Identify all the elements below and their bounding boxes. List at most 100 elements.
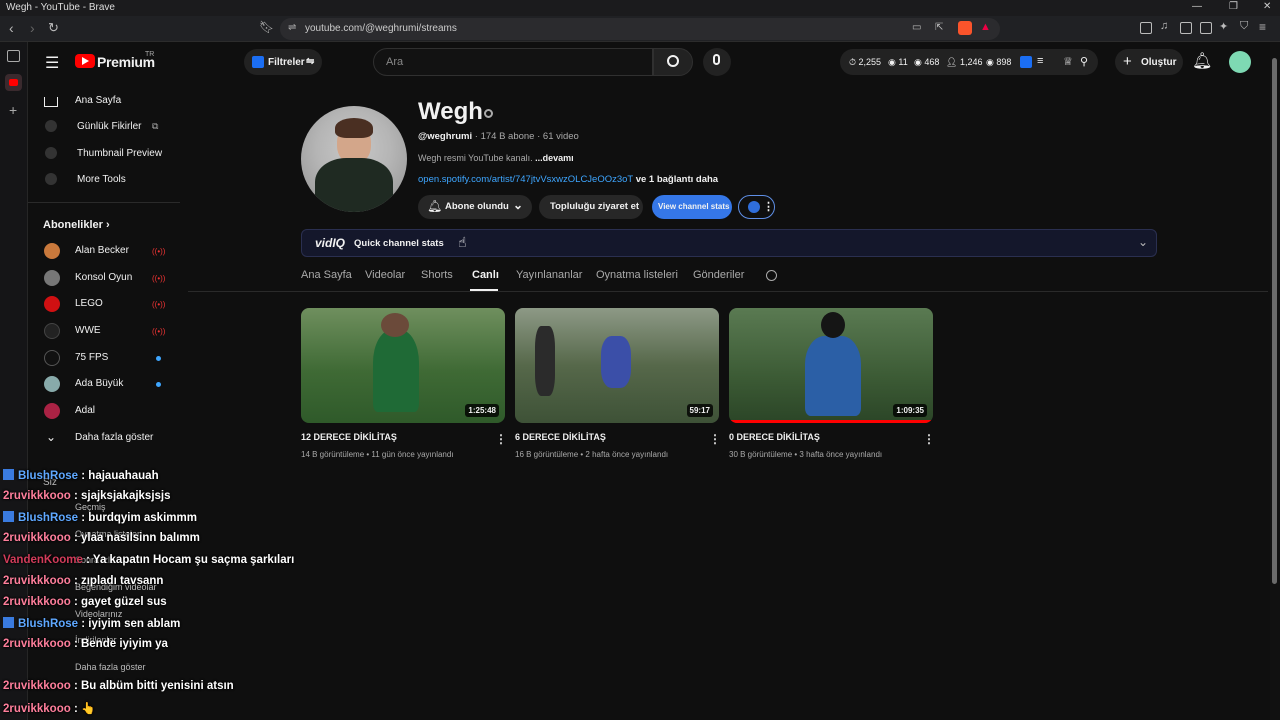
channel-avatar[interactable] bbox=[301, 106, 407, 212]
vpn-icon[interactable]: ⛉ bbox=[1240, 20, 1248, 33]
create-button[interactable]: + Oluştur bbox=[1115, 49, 1183, 75]
tab-videos[interactable]: Videolar bbox=[365, 269, 405, 281]
stat-other: 898 bbox=[996, 57, 1012, 67]
site-settings-icon[interactable]: ⇌ bbox=[288, 22, 296, 33]
more-vert-icon[interactable]: ⋮ bbox=[495, 432, 507, 446]
video-title[interactable]: 0 DERECE DİKİLİTAŞ bbox=[729, 432, 820, 442]
brave-shields-icon[interactable] bbox=[958, 21, 972, 35]
subscribed-button[interactable]: 🔔︎ Abone olundu ⌄ bbox=[418, 195, 532, 219]
close-icon[interactable]: ✕ bbox=[1263, 1, 1271, 12]
back-icon[interactable]: ‹ bbox=[9, 20, 14, 36]
bell-icon: 🔔︎ bbox=[427, 199, 443, 213]
sidebar-item-subscription[interactable]: Alan Becker ((•)) bbox=[28, 238, 180, 264]
sidebar-item-daily-ideas[interactable]: Günlük Fikirler ⧉ bbox=[28, 114, 180, 140]
vidiq-stats-bar[interactable]: ⏱ 2,255 ◉ 11 ◉ 468 👤︎ 1,246 ◉ 898 ≡ ♕ ⚲ bbox=[840, 49, 1098, 75]
list-icon[interactable]: ≡ bbox=[1037, 55, 1043, 67]
sidebar-item-subscription[interactable]: Ada Büyük bbox=[28, 371, 180, 397]
more-vert-icon[interactable]: ⋮ bbox=[709, 432, 721, 446]
chevron-down-icon: ⌄ bbox=[1138, 235, 1149, 249]
subscriptions-heading[interactable]: Abonelikler › bbox=[43, 219, 110, 231]
sidebar-item-label: WWE bbox=[75, 325, 101, 336]
vidiq-icon bbox=[252, 56, 264, 68]
video-thumbnail[interactable]: 59:17 bbox=[515, 308, 719, 423]
sidebar-panel-icon[interactable] bbox=[7, 50, 20, 62]
voice-search-button[interactable] bbox=[703, 48, 731, 76]
sidebar-item-more-tools[interactable]: More Tools bbox=[28, 167, 180, 193]
duration-badge: 1:25:48 bbox=[465, 404, 499, 417]
sidebar-item-subscription[interactable]: 75 FPS bbox=[28, 345, 180, 371]
sidebar-item-show-more[interactable]: Daha fazla göster bbox=[75, 662, 146, 672]
channel-search-icon[interactable] bbox=[766, 270, 777, 281]
vidiq-quick-stats-bar[interactable]: vidIQ Quick channel stats ⌄ bbox=[301, 229, 1157, 257]
leo-icon[interactable]: ✦ bbox=[1219, 20, 1228, 33]
tab-posts[interactable]: Gönderiler bbox=[693, 269, 744, 281]
sidebar-show-more[interactable]: ⌄ Daha fazla göster bbox=[28, 425, 180, 451]
more-vert-icon[interactable]: ⋮ bbox=[923, 432, 935, 446]
channel-meta: @weghrumi · 174 B abone · 61 video bbox=[418, 131, 579, 142]
sidebar-item-home[interactable]: Ana Sayfa bbox=[28, 88, 180, 114]
account-avatar[interactable] bbox=[1229, 51, 1251, 73]
youtube-logo-icon[interactable] bbox=[75, 54, 95, 68]
tab-shorts[interactable]: Shorts bbox=[421, 269, 453, 281]
region-code: TR bbox=[145, 51, 155, 58]
tab-home[interactable]: Ana Sayfa bbox=[301, 269, 352, 281]
trophy-icon[interactable]: ♕ bbox=[1063, 55, 1073, 68]
chat-message: 2ruvikkkooo : ylaa nasilsinn balımm bbox=[3, 532, 200, 544]
video-thumbnail[interactable]: 1:25:48 bbox=[301, 308, 505, 423]
youtube-pinned-icon[interactable] bbox=[5, 74, 22, 91]
chat-message: BlushRose : hajauahauah bbox=[3, 469, 159, 482]
menu-icon[interactable]: ≡ bbox=[1259, 20, 1266, 34]
address-bar[interactable]: ⇌ youtube.com/@weghrumi/streams ▭ ⇱ ▲ bbox=[280, 18, 1000, 40]
channel-description[interactable]: Wegh resmi YouTube kanalı. ...devamı bbox=[418, 153, 574, 163]
sidebar-item-label: Alan Becker bbox=[75, 245, 129, 256]
filters-button[interactable]: Filtreler ⇋ bbox=[244, 49, 322, 75]
sidebar-item-thumbnail-preview[interactable]: Thumbnail Preview bbox=[28, 141, 180, 167]
chat-text: : ylaa nasilsinn balımm bbox=[73, 532, 200, 544]
video-title[interactable]: 6 DERECE DİKİLİTAŞ bbox=[515, 432, 606, 442]
cast-icon[interactable]: ▭ bbox=[912, 22, 921, 33]
tab-releases[interactable]: Yayınlananlar bbox=[516, 269, 582, 281]
share-icon[interactable]: ⇱ bbox=[935, 22, 943, 33]
brave-rewards-icon[interactable]: ▲ bbox=[980, 21, 991, 33]
search-input[interactable]: Ara bbox=[373, 48, 653, 76]
tab-playlists[interactable]: Oynatma listeleri bbox=[596, 269, 678, 281]
chat-text: : gayet güzel sus bbox=[73, 596, 167, 608]
sidebar-item-subscription[interactable]: WWE ((•)) bbox=[28, 318, 180, 344]
quick-stats-label: Quick channel stats bbox=[354, 238, 444, 249]
search-button[interactable] bbox=[653, 48, 693, 76]
sidebar-item-subscription[interactable]: LEGO ((•)) bbox=[28, 291, 180, 317]
vidiq-icon bbox=[748, 201, 760, 213]
minimize-icon[interactable]: — bbox=[1192, 1, 1202, 12]
sidebar-item-subscription[interactable]: Adal bbox=[28, 398, 180, 424]
hamburger-menu-icon[interactable]: ☰ bbox=[45, 53, 59, 73]
video-title[interactable]: 12 DERECE DİKİLİTAŞ bbox=[301, 432, 397, 442]
external-link-icon: ⧉ bbox=[152, 121, 159, 131]
more-links[interactable]: ve 1 bağlantı daha bbox=[636, 174, 718, 185]
sidebar-item-subscription[interactable]: Konsol Oyun ((•)) bbox=[28, 265, 180, 291]
bookmark-icon[interactable]: 🔖︎ bbox=[259, 20, 274, 34]
video-thumbnail[interactable]: 1:09:35 bbox=[729, 308, 933, 423]
maximize-icon[interactable]: ❐ bbox=[1229, 1, 1238, 12]
show-more-link[interactable]: ...devamı bbox=[535, 153, 574, 163]
stat-views: 2,255 bbox=[858, 57, 882, 67]
page-scrollbar[interactable] bbox=[1270, 42, 1280, 720]
music-icon[interactable]: ♫ bbox=[1160, 20, 1168, 32]
sidebar-toggle-icon[interactable] bbox=[1180, 22, 1192, 34]
sidebar-item-label: Ana Sayfa bbox=[75, 95, 122, 106]
notifications-bell-icon[interactable]: 🔔︎ bbox=[1192, 51, 1212, 71]
spotify-link[interactable]: open.spotify.com/artist/747jtvVsxwzOLCJe… bbox=[418, 174, 633, 185]
forward-icon[interactable]: › bbox=[30, 20, 35, 36]
new-content-dot bbox=[156, 382, 161, 387]
view-channel-stats-button[interactable]: View channel stats bbox=[652, 195, 732, 219]
link-icon[interactable]: ⚲ bbox=[1080, 55, 1088, 68]
extensions-icon[interactable] bbox=[1140, 22, 1152, 34]
scrollbar-thumb[interactable] bbox=[1272, 58, 1277, 584]
add-panel-icon[interactable]: + bbox=[9, 102, 17, 118]
vidiq-actions-button[interactable]: ⋮ bbox=[738, 195, 775, 219]
chevron-down-icon: ⌄ bbox=[513, 198, 524, 212]
visit-community-button[interactable]: Topluluğu ziyaret et bbox=[539, 195, 643, 219]
wallet-icon[interactable] bbox=[1200, 22, 1212, 34]
more-vert-icon: ⋮ bbox=[763, 201, 774, 213]
reload-icon[interactable]: ↻ bbox=[48, 20, 59, 36]
tab-live[interactable]: Canlı bbox=[472, 269, 499, 281]
